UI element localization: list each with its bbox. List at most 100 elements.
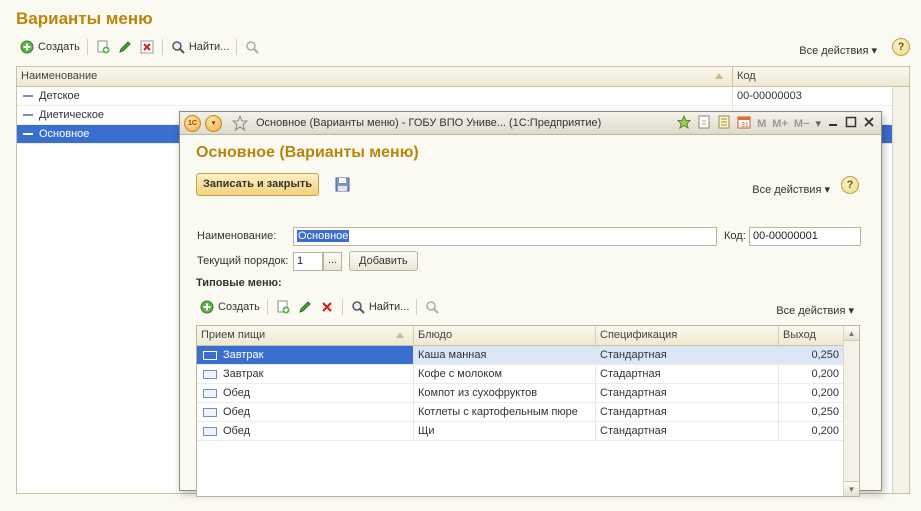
find-button[interactable]: Найти... <box>347 297 413 317</box>
code-label: Код: <box>724 230 746 242</box>
delete-x-icon <box>319 299 335 315</box>
table-header: Прием пищи Блюдо Спецификация Выход <box>197 326 859 346</box>
standard-menus-table: Прием пищи Блюдо Спецификация Выход Завт… <box>196 325 860 497</box>
maximize-icon[interactable] <box>845 116 857 131</box>
calendar-icon[interactable]: 31 <box>737 115 751 132</box>
sort-indicator-icon <box>396 332 404 338</box>
window-menu-chevron-icon[interactable]: ▾ <box>205 114 222 132</box>
copy-document-icon <box>95 39 111 55</box>
column-header-meal[interactable]: Прием пищи <box>197 326 414 345</box>
cancel-search-button[interactable] <box>241 37 263 57</box>
all-actions-menu[interactable]: Все действия ▾ <box>749 179 833 199</box>
plus-circle-icon <box>19 39 35 55</box>
row-type-icon <box>203 369 217 379</box>
toolbar-divider <box>86 39 88 55</box>
magnifier-icon <box>170 39 186 55</box>
row-type-icon <box>203 426 217 436</box>
toolbar-divider <box>416 299 418 315</box>
magnifier-icon <box>350 299 366 315</box>
column-header-output[interactable]: Выход <box>779 326 844 345</box>
toolbar-divider <box>341 299 343 315</box>
order-select-button[interactable]: ... <box>323 252 342 271</box>
name-field-value: Основное <box>297 230 350 242</box>
form-body: Основное (Варианты меню) Записать и закр… <box>180 135 881 497</box>
find-button-label: Найти... <box>188 41 230 53</box>
column-header-name[interactable]: Наименование <box>17 67 733 86</box>
delete-button[interactable] <box>316 297 338 317</box>
vertical-scrollbar[interactable]: ▲ ▼ <box>843 326 859 496</box>
code-field[interactable]: 00-00000001 <box>749 227 861 246</box>
name-field[interactable]: Основное <box>293 227 717 246</box>
copy-document-icon <box>275 299 291 315</box>
row-type-icon <box>203 350 217 360</box>
create-button[interactable]: Создать <box>196 297 263 317</box>
table-header: Наименование Код <box>17 67 909 87</box>
app-logo-icon[interactable]: 1С <box>184 114 201 132</box>
edit-button[interactable] <box>114 37 136 57</box>
sort-indicator-icon <box>715 73 723 79</box>
toolbar-divider <box>161 39 163 55</box>
pencil-icon <box>117 39 133 55</box>
memory-store-button[interactable]: M <box>757 118 766 130</box>
create-button-label: Создать <box>218 301 260 313</box>
list-form-title: Варианты меню <box>16 9 153 28</box>
order-field[interactable]: 1 <box>293 252 323 271</box>
pencil-icon <box>297 299 313 315</box>
delete-mark-icon <box>139 39 155 55</box>
table-row[interactable]: Обед Компот из сухофруктов Стандартная 0… <box>197 384 859 403</box>
window-tools: 31 M M+ M− ▾ <box>676 114 875 132</box>
window-title: Основное (Варианты меню) - ГОБУ ВПО Унив… <box>256 117 602 129</box>
table-row[interactable]: Обед Щи Стандартная 0,200 <box>197 422 859 441</box>
scroll-up-icon[interactable]: ▲ <box>844 326 859 341</box>
column-header-dish[interactable]: Блюдо <box>414 326 596 345</box>
add-button[interactable]: Добавить <box>349 251 418 271</box>
delete-button[interactable] <box>136 37 158 57</box>
menu-toolbar: Создать Найти... Все действия ▾ <box>196 296 861 318</box>
section-label: Типовые меню: <box>196 277 282 289</box>
copy-button[interactable] <box>272 297 294 317</box>
list-toolbar: Создать Найти... Все действия ▾ ? <box>16 36 910 58</box>
table-row[interactable]: Детское 00-00000003 <box>17 87 909 106</box>
close-icon[interactable] <box>863 116 875 131</box>
help-button[interactable]: ? <box>841 176 859 194</box>
column-header-spec[interactable]: Спецификация <box>596 326 779 345</box>
column-header-code[interactable]: Код <box>733 67 909 86</box>
find-button[interactable]: Найти... <box>167 37 233 57</box>
svg-text:31: 31 <box>741 122 749 129</box>
all-actions-menu[interactable]: Все действия ▾ <box>773 300 857 320</box>
edit-button[interactable] <box>294 297 316 317</box>
save-disk-icon[interactable] <box>335 177 350 195</box>
tools-dropdown-icon[interactable]: ▾ <box>815 117 821 130</box>
form-title: Основное (Варианты меню) <box>196 144 419 161</box>
copy-button[interactable] <box>92 37 114 57</box>
window-titlebar: 1С ▾ Основное (Варианты меню) - ГОБУ ВПО… <box>180 112 881 135</box>
plus-circle-icon <box>199 299 215 315</box>
cancel-search-button[interactable] <box>421 297 443 317</box>
all-actions-menu[interactable]: Все действия ▾ <box>796 40 880 60</box>
find-button-label: Найти... <box>368 301 410 313</box>
vertical-scrollbar[interactable] <box>892 87 909 493</box>
item-form-window: 1С ▾ Основное (Варианты меню) - ГОБУ ВПО… <box>179 111 882 497</box>
row-type-icon <box>203 388 217 398</box>
minimize-icon[interactable] <box>827 116 839 131</box>
table-row[interactable]: Обед Котлеты с картофельным пюре Стандар… <box>197 403 859 422</box>
calculator-icon[interactable] <box>717 115 731 132</box>
scroll-down-icon[interactable]: ▼ <box>844 481 859 496</box>
toolbar-divider <box>236 39 238 55</box>
item-marker-icon <box>23 114 33 116</box>
item-marker-icon <box>23 95 33 97</box>
order-label: Текущий порядок: <box>197 255 289 267</box>
row-type-icon <box>203 407 217 417</box>
create-button[interactable]: Создать <box>16 37 83 57</box>
link-icon[interactable] <box>697 115 711 132</box>
help-button[interactable]: ? <box>892 38 910 56</box>
table-row[interactable]: Завтрак Кофе с молоком Стадартная 0,200 <box>197 365 859 384</box>
memory-add-button[interactable]: M+ <box>772 118 788 130</box>
add-favorite-icon[interactable] <box>676 114 692 132</box>
memory-subtract-button[interactable]: M− <box>794 118 810 130</box>
toolbar-divider <box>266 299 268 315</box>
cancel-search-icon <box>244 39 260 55</box>
save-and-close-button[interactable]: Записать и закрыть <box>196 173 320 196</box>
table-row-selected[interactable]: Завтрак Каша манная Стандартная 0,250 <box>197 346 859 365</box>
favorites-star-icon[interactable] <box>232 115 248 131</box>
